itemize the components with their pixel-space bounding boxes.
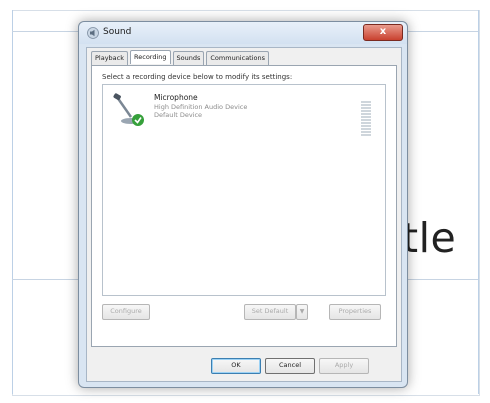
dialog-client-area: Playback Recording Sounds Communications… [86,47,402,382]
tab-recording[interactable]: Recording [130,50,171,64]
recording-tab-panel: Select a recording device below to modif… [91,65,397,347]
device-list[interactable]: Microphone High Definition Audio Device … [102,84,386,296]
background-title-fragment: tle [402,214,457,262]
background-border-right [478,10,479,394]
dialog-title: Sound [103,27,132,37]
tab-strip: Playback Recording Sounds Communications [91,50,270,65]
configure-button[interactable]: Configure [102,304,150,320]
device-status: Default Device [154,111,203,119]
microphone-icon [113,93,144,126]
tab-playback[interactable]: Playback [91,51,129,65]
close-button[interactable]: x [363,24,403,41]
list-item[interactable]: Microphone High Definition Audio Device … [109,91,374,136]
set-default-button[interactable]: Set Default [244,304,296,320]
tab-sounds[interactable]: Sounds [172,51,205,65]
dialog-titlebar[interactable]: Sound x [79,22,407,44]
device-name: Microphone [154,93,198,102]
set-default-dropdown-button[interactable]: ▼ [296,304,308,320]
instruction-text: Select a recording device below to modif… [102,73,293,81]
cancel-button[interactable]: Cancel [265,358,315,374]
device-description: High Definition Audio Device [154,103,248,111]
level-meter [361,101,373,141]
chevron-down-icon: ▼ [299,308,305,315]
check-badge-icon [132,114,144,126]
apply-button[interactable]: Apply [319,358,369,374]
tab-communications[interactable]: Communications [206,51,270,65]
ok-button[interactable]: OK [211,358,261,374]
speaker-icon [87,27,99,39]
sound-dialog: Sound x Playback Recording Sounds Commun… [78,21,408,388]
properties-button[interactable]: Properties [329,304,381,320]
